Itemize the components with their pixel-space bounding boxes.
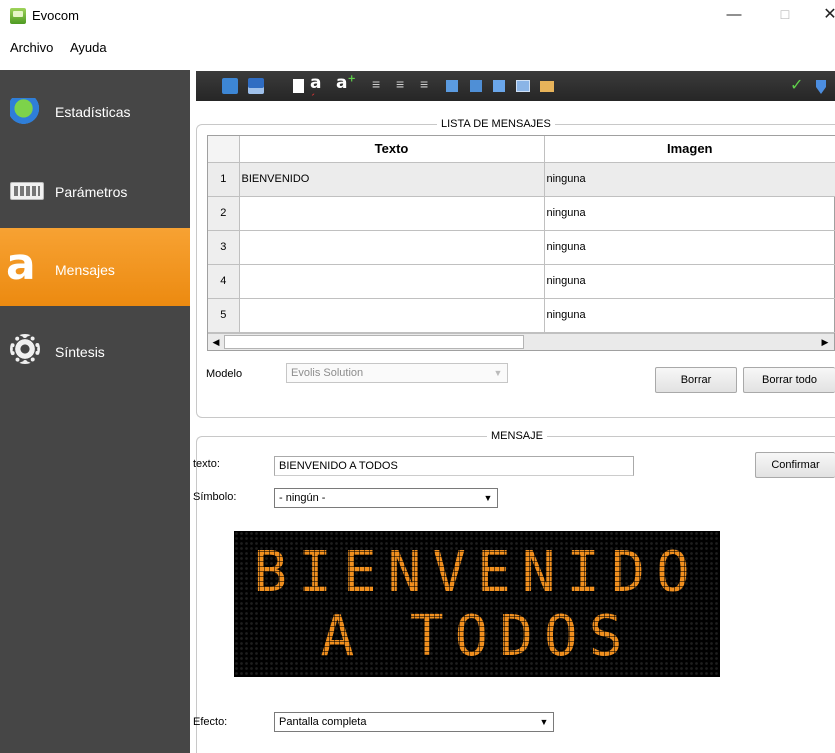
sidebar-item-label: Síntesis bbox=[55, 344, 105, 360]
cell-imagen[interactable]: ninguna bbox=[544, 264, 835, 299]
table-row[interactable]: 5 ninguna bbox=[208, 298, 835, 333]
cell-texto[interactable] bbox=[239, 298, 545, 333]
table-row[interactable]: 1 BIENVENIDO ninguna bbox=[208, 162, 835, 197]
sidebar-item-estadisticas[interactable]: Estadísticas bbox=[0, 70, 190, 148]
align-left-icon[interactable]: ≡ bbox=[372, 76, 388, 92]
led-line-2: A TODOS bbox=[320, 604, 634, 669]
cell-imagen[interactable]: ninguna bbox=[544, 196, 835, 231]
sidebar-item-mensajes[interactable]: a Mensajes bbox=[0, 228, 190, 306]
column-header-imagen[interactable]: Imagen bbox=[544, 136, 835, 163]
borrar-todo-button[interactable]: Borrar todo bbox=[743, 367, 835, 393]
row-number: 1 bbox=[208, 162, 240, 197]
valign-middle-icon[interactable] bbox=[470, 80, 482, 92]
chevron-down-icon: ▼ bbox=[493, 368, 503, 378]
menu-bar: Archivo Ayuda bbox=[0, 38, 835, 58]
maximize-button[interactable]: ☐ bbox=[773, 4, 797, 28]
font-green-icon[interactable]: a+ bbox=[336, 73, 356, 93]
cell-imagen[interactable]: ninguna bbox=[544, 298, 835, 333]
simbolo-label: Símbolo: bbox=[193, 491, 237, 503]
message-editor-legend: MENSAJE bbox=[487, 430, 547, 442]
borrar-button[interactable]: Borrar bbox=[655, 367, 737, 393]
sidebar-item-label: Estadísticas bbox=[55, 104, 131, 120]
font-red-icon[interactable]: a´ bbox=[310, 73, 326, 104]
horizontal-scrollbar[interactable]: ◀ ▶ bbox=[208, 333, 834, 350]
simbolo-select[interactable]: - ningún - ▼ bbox=[274, 488, 498, 508]
sidebar-item-parametros[interactable]: Parámetros bbox=[0, 150, 190, 228]
cell-texto[interactable] bbox=[239, 264, 545, 299]
sidebar-item-sintesis[interactable]: Síntesis bbox=[0, 310, 190, 388]
align-center-icon[interactable]: ≡ bbox=[396, 76, 412, 92]
efecto-value: Pantalla completa bbox=[279, 716, 367, 728]
valign-bottom-icon[interactable] bbox=[493, 80, 505, 92]
letter-a-icon: a bbox=[6, 239, 36, 290]
table-corner bbox=[208, 136, 240, 163]
table-row[interactable]: 2 ninguna bbox=[208, 196, 835, 231]
save-disk-icon[interactable] bbox=[248, 78, 264, 94]
menu-ayuda[interactable]: Ayuda bbox=[70, 40, 107, 55]
pie-chart-icon bbox=[10, 98, 44, 124]
efecto-label: Efecto: bbox=[193, 716, 228, 728]
row-number: 4 bbox=[208, 264, 240, 299]
led-preview-display: BIENVENIDO A TODOS bbox=[234, 531, 720, 677]
row-number: 2 bbox=[208, 196, 240, 231]
message-table: Texto Imagen 1 BIENVENIDO ninguna 2 ning… bbox=[207, 135, 835, 351]
add-image-icon[interactable] bbox=[516, 80, 530, 92]
minimize-button[interactable]: — bbox=[722, 4, 746, 28]
check-icon[interactable]: ✓ bbox=[790, 75, 806, 94]
sidebar-item-label: Parámetros bbox=[55, 184, 128, 200]
add-panel-icon[interactable] bbox=[540, 81, 554, 92]
blank-slide-icon[interactable] bbox=[293, 79, 304, 93]
cell-texto[interactable] bbox=[239, 230, 545, 265]
app-icon bbox=[10, 8, 26, 24]
cell-texto[interactable] bbox=[239, 196, 545, 231]
scroll-right-icon[interactable]: ▶ bbox=[819, 336, 831, 348]
modelo-value: Evolis Solution bbox=[291, 367, 364, 379]
cell-imagen[interactable]: ninguna bbox=[544, 230, 835, 265]
open-folder-icon[interactable] bbox=[222, 78, 238, 94]
led-line-1: BIENVENIDO bbox=[253, 540, 701, 605]
sidebar-item-label: Mensajes bbox=[55, 262, 115, 278]
scroll-left-icon[interactable]: ◀ bbox=[210, 336, 222, 348]
table-row[interactable]: 4 ninguna bbox=[208, 264, 835, 299]
keyboard-panel-icon bbox=[10, 182, 44, 200]
window-title: Evocom bbox=[32, 8, 79, 23]
close-button[interactable]: ✕ bbox=[818, 4, 835, 28]
sidebar: Estadísticas Parámetros a Mensajes Sínte… bbox=[0, 70, 190, 753]
table-row[interactable]: 3 ninguna bbox=[208, 230, 835, 265]
column-header-texto[interactable]: Texto bbox=[239, 136, 545, 163]
chevron-down-icon: ▼ bbox=[483, 493, 493, 503]
texto-input[interactable]: BIENVENIDO A TODOS bbox=[274, 456, 634, 476]
scrollbar-thumb[interactable] bbox=[224, 335, 524, 349]
row-number: 3 bbox=[208, 230, 240, 265]
chevron-down-icon: ▼ bbox=[539, 717, 549, 727]
cell-texto[interactable]: BIENVENIDO bbox=[239, 162, 545, 197]
toolbar: a´ a+ ≡ ≡ ≡ ✓ bbox=[196, 71, 835, 104]
modelo-label: Modelo bbox=[206, 368, 243, 380]
modelo-select: Evolis Solution ▼ bbox=[286, 363, 508, 383]
align-right-icon[interactable]: ≡ bbox=[420, 76, 436, 92]
title-bar: Evocom — ☐ ✕ bbox=[0, 0, 835, 32]
message-list-legend: LISTA DE MENSAJES bbox=[437, 118, 555, 130]
simbolo-value: - ningún - bbox=[279, 492, 326, 504]
efecto-select[interactable]: Pantalla completa ▼ bbox=[274, 712, 554, 732]
cell-imagen[interactable]: ninguna bbox=[544, 162, 835, 197]
valign-top-icon[interactable] bbox=[446, 80, 458, 92]
gear-icon bbox=[10, 334, 40, 364]
download-arrow-icon[interactable] bbox=[816, 80, 826, 94]
row-number: 5 bbox=[208, 298, 240, 333]
menu-archivo[interactable]: Archivo bbox=[10, 40, 53, 55]
confirmar-button[interactable]: Confirmar bbox=[755, 452, 835, 478]
texto-label: texto: bbox=[193, 458, 220, 470]
